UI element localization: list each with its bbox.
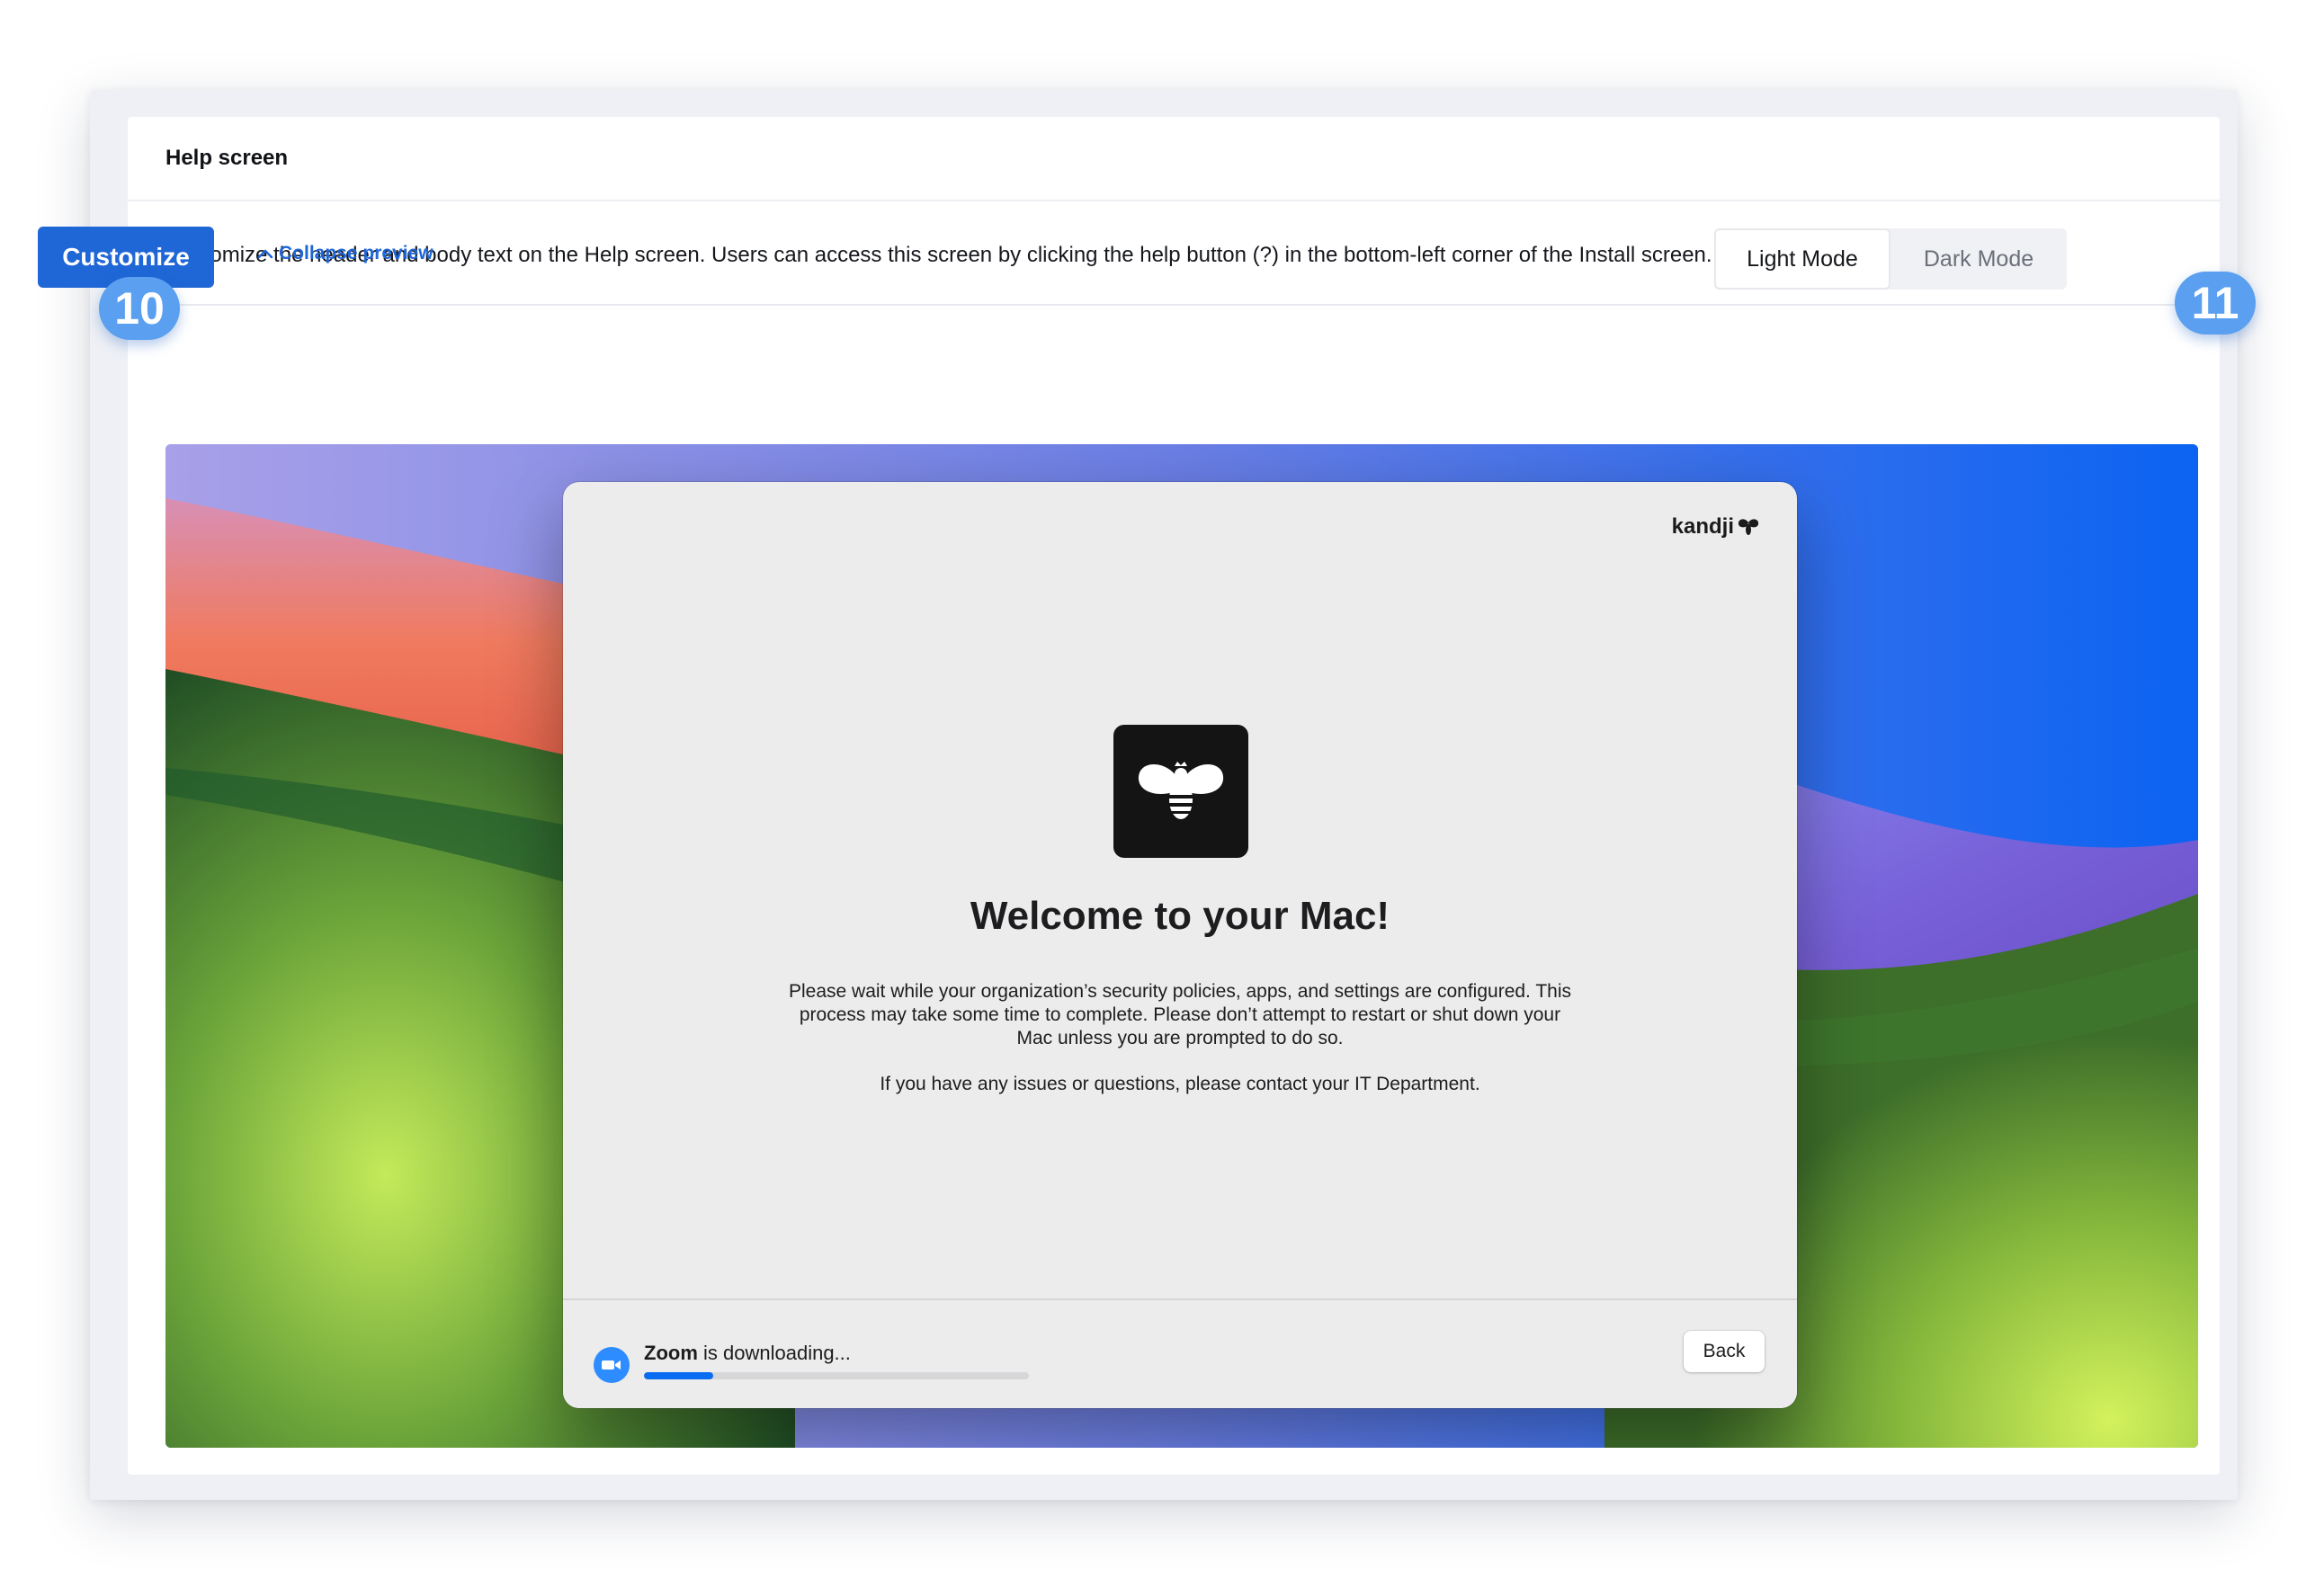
kandji-wordmark: kandji	[1671, 514, 1734, 539]
download-progress-fill	[644, 1372, 714, 1379]
welcome-contact-text: If you have any issues or questions, ple…	[880, 1074, 1480, 1094]
card-title: Help screen	[165, 146, 289, 170]
collapse-preview-label: Collapse preview	[279, 243, 434, 263]
dark-mode-option[interactable]: Dark Mode	[1890, 228, 2067, 290]
kandji-logo: kandji	[1672, 514, 1761, 540]
bee-glyph-icon	[1138, 762, 1224, 819]
mac-install-window: kandji Welcome to your Mac! Please wait …	[563, 482, 1797, 1408]
install-status-footer: Zoom is downloading... Back	[563, 1298, 1797, 1408]
callout-badge-11: 11	[2175, 272, 2256, 335]
welcome-body: Please wait while your organization’s se…	[788, 981, 1572, 1048]
appearance-mode-toggle: Light Mode Dark Mode	[1714, 228, 2067, 290]
download-status: Zoom is downloading...	[644, 1342, 851, 1365]
welcome-title: Welcome to your Mac!	[970, 894, 1390, 938]
card-header: Help screen	[128, 117, 2220, 201]
light-mode-option[interactable]: Light Mode	[1714, 228, 1890, 290]
download-status-text: is downloading...	[703, 1342, 851, 1364]
chevron-up-icon	[257, 249, 273, 259]
download-app-name: Zoom	[644, 1342, 698, 1364]
download-progress-bar	[644, 1372, 1029, 1379]
kandji-bee-icon	[1738, 519, 1759, 535]
page: Help screen Customize the header and bod…	[0, 0, 2324, 1588]
zoom-app-icon	[594, 1347, 630, 1383]
video-camera-icon	[602, 1361, 621, 1369]
collapse-preview-link[interactable]: Collapse preview	[255, 243, 434, 264]
bee-icon	[1113, 725, 1248, 858]
back-button[interactable]: Back	[1684, 1331, 1765, 1372]
callout-badge-10: 10	[99, 277, 180, 340]
divider	[165, 304, 2220, 306]
help-screen-preview: kandji Welcome to your Mac! Please wait …	[165, 444, 2198, 1448]
